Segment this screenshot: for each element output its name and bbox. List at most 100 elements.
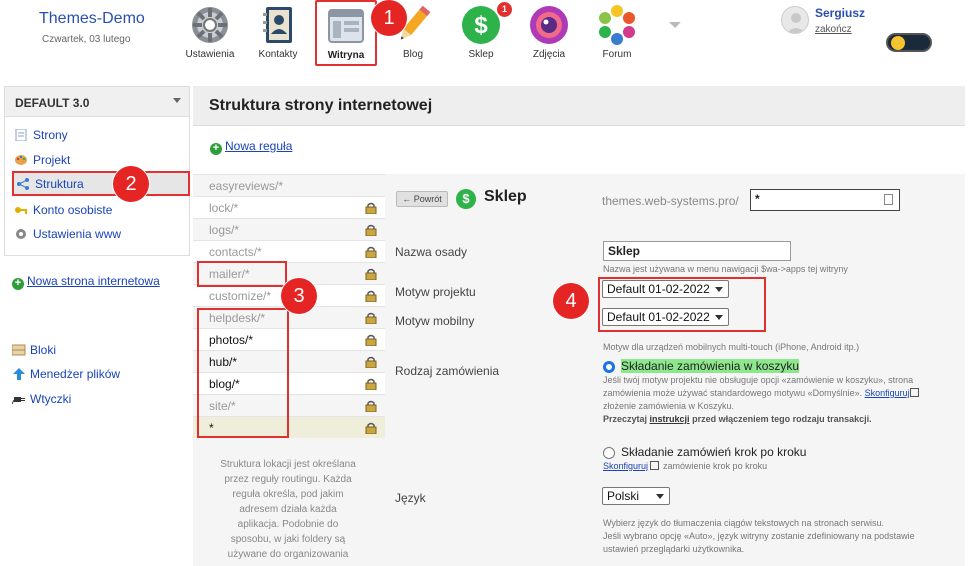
read-suffix: przed włączeniem tego rodzaju transakcji… bbox=[692, 414, 872, 424]
external-config-icon bbox=[650, 461, 660, 470]
nav-label: Sklep bbox=[468, 49, 494, 60]
hint-line: ustawień przeglądarki użytkownika. bbox=[603, 544, 745, 554]
address-book-icon bbox=[263, 7, 292, 43]
lock-icon bbox=[365, 268, 377, 280]
nav-label: Ustawienia bbox=[185, 49, 235, 60]
sidebar-item-ustawienia-www[interactable]: Ustawienia www bbox=[14, 223, 190, 245]
back-button[interactable]: ← Powrót bbox=[396, 191, 448, 207]
rule-row[interactable]: logs/* bbox=[193, 218, 385, 240]
hint-line: złożenie zamówienia w Koszyku. bbox=[603, 401, 735, 411]
theme-mode-toggle[interactable] bbox=[886, 33, 932, 52]
nav-item-zdjecia[interactable]: Zdjęcia bbox=[513, 0, 585, 66]
rule-row[interactable]: contacts/* bbox=[193, 240, 385, 262]
sidebar-extra-pliki[interactable]: Menedżer plików bbox=[12, 367, 120, 381]
project-theme-label: Motyw projektu bbox=[395, 285, 476, 299]
order-steps-radio[interactable] bbox=[603, 447, 615, 459]
nav-item-ustawienia[interactable]: Ustawienia bbox=[174, 0, 246, 66]
sitemap-icon bbox=[17, 178, 29, 190]
language-label: Język bbox=[395, 491, 426, 505]
sidebar-item-konto[interactable]: Konto osobiste bbox=[14, 199, 190, 221]
chevron-down-icon bbox=[173, 98, 181, 103]
nav-label: Zdjęcia bbox=[532, 49, 566, 60]
settlement-label: Nazwa osady bbox=[395, 245, 468, 259]
rule-label: customize/* bbox=[209, 289, 272, 303]
rule-row[interactable]: lock/* bbox=[193, 196, 385, 218]
sidebar-extra-label: Bloki bbox=[30, 343, 57, 357]
settlement-hint: Nazwa jest używana w menu nawigacji $wa-… bbox=[603, 264, 848, 274]
sidebar-item-label: Ustawienia www bbox=[33, 227, 122, 241]
cog-icon bbox=[16, 229, 26, 239]
user-silhouette-icon bbox=[786, 13, 806, 33]
configure-link[interactable]: Skonfiguruj bbox=[603, 461, 648, 471]
hint-line: zamówienia może używać standardowego mot… bbox=[603, 387, 958, 400]
highlight-box-mailer bbox=[197, 261, 287, 287]
nav-item-kontakty[interactable]: Kontakty bbox=[242, 0, 314, 66]
app-title: $ Sklep bbox=[456, 188, 527, 209]
rule-label: contacts/* bbox=[209, 245, 262, 259]
sidebar-item-struktura[interactable]: Struktura bbox=[12, 171, 190, 196]
path-input[interactable]: * bbox=[750, 189, 900, 211]
hint-line: Wybierz język do tłumaczenia ciągów teks… bbox=[603, 518, 885, 528]
language-select[interactable]: Polski bbox=[602, 487, 670, 505]
brand: Themes-Demo Czwartek, 03 lutego bbox=[39, 10, 145, 45]
lock-icon bbox=[365, 224, 377, 236]
sidebar-extra-label: Menedżer plików bbox=[30, 367, 121, 381]
order-steps-label[interactable]: Składanie zamówień krok po kroku bbox=[621, 445, 806, 459]
rule-label: logs/* bbox=[209, 223, 240, 237]
order-steps-hint: Skonfiguruj zamówienie krok po kroku bbox=[603, 460, 767, 473]
new-rule-link[interactable]: + Nowa reguła bbox=[210, 139, 292, 155]
camera-lens-icon bbox=[530, 6, 568, 44]
rule-row[interactable]: easyreviews/* bbox=[193, 174, 385, 196]
app-title-text: Sklep bbox=[484, 188, 527, 205]
sidebar-item-label: Projekt bbox=[33, 153, 71, 167]
external-config-icon bbox=[909, 388, 919, 397]
sidebar-project-selector[interactable]: DEFAULT 3.0 bbox=[5, 87, 189, 117]
upload-arrow-icon bbox=[13, 368, 25, 380]
callout-1: 1 bbox=[371, 0, 407, 36]
nav-item-forum[interactable]: Forum bbox=[581, 0, 653, 66]
logout-link[interactable]: zakończ bbox=[815, 24, 852, 35]
nav-label: Kontakty bbox=[258, 49, 298, 60]
order-type-label: Rodzaj zamówienia bbox=[395, 364, 500, 378]
sidebar-extra-bloki[interactable]: Bloki bbox=[12, 343, 56, 357]
sidebar-item-label: Konto osobiste bbox=[33, 203, 113, 217]
blocks-icon bbox=[12, 344, 26, 356]
instructions-link[interactable]: instrukcji bbox=[650, 414, 690, 424]
more-apps-chevron-icon[interactable] bbox=[669, 22, 681, 28]
note-line: aplikacja. Podobnie do bbox=[237, 519, 339, 530]
sidebar-item-projekt[interactable]: Projekt bbox=[14, 149, 190, 171]
lock-icon bbox=[365, 312, 377, 324]
plug-icon bbox=[12, 397, 25, 405]
field-helper-icon bbox=[884, 194, 893, 205]
note-line: Struktura lokacji jest określana bbox=[220, 459, 356, 470]
brand-title[interactable]: Themes-Demo bbox=[39, 10, 145, 28]
settlement-name-input[interactable]: Sklep bbox=[603, 241, 791, 261]
avatar[interactable] bbox=[781, 6, 809, 34]
chevron-down-icon bbox=[656, 494, 664, 499]
sidebar-item-strony[interactable]: Strony bbox=[14, 124, 190, 146]
read-prefix: Przeczytaj bbox=[603, 414, 648, 424]
forum-flower-icon bbox=[599, 5, 635, 45]
order-cart-radio[interactable] bbox=[603, 361, 615, 373]
hint-line: Jeśli twój motyw projektu nie obsługuje … bbox=[603, 375, 914, 385]
highlight-box-themes bbox=[598, 277, 766, 332]
rules-help-text: Struktura lokacji jest określana przez r… bbox=[203, 457, 373, 562]
order-cart-text: Składanie zamówienia w koszyku bbox=[621, 359, 800, 373]
top-bar: Themes-Demo Czwartek, 03 lutego Ustawien… bbox=[0, 0, 970, 78]
note-line: reguła określa, pod jakim bbox=[232, 489, 344, 500]
lock-icon bbox=[365, 356, 377, 368]
configure-link[interactable]: Skonfiguruj bbox=[865, 388, 910, 398]
nav-item-witryna[interactable]: Witryna bbox=[315, 0, 377, 66]
key-icon bbox=[15, 207, 27, 214]
highlight-box-rules bbox=[197, 308, 289, 438]
sidebar-extra-wtyczki[interactable]: Wtyczki bbox=[12, 392, 71, 406]
order-cart-label[interactable]: Składanie zamówienia w koszyku bbox=[621, 359, 800, 373]
plus-icon: + bbox=[210, 143, 222, 155]
nav-item-sklep[interactable]: $ 1 Sklep bbox=[445, 0, 517, 66]
hint-line: Przeczytaj instrukcji przed włączeniem t… bbox=[603, 413, 958, 426]
page-title: Struktura strony internetowej bbox=[209, 97, 433, 114]
sidebar-item-label: Strony bbox=[33, 128, 68, 142]
main-header: Struktura strony internetowej bbox=[193, 86, 965, 126]
user-name[interactable]: Sergiusz bbox=[815, 6, 865, 20]
new-site-link[interactable]: + Nowa strona internetowa bbox=[12, 275, 182, 290]
